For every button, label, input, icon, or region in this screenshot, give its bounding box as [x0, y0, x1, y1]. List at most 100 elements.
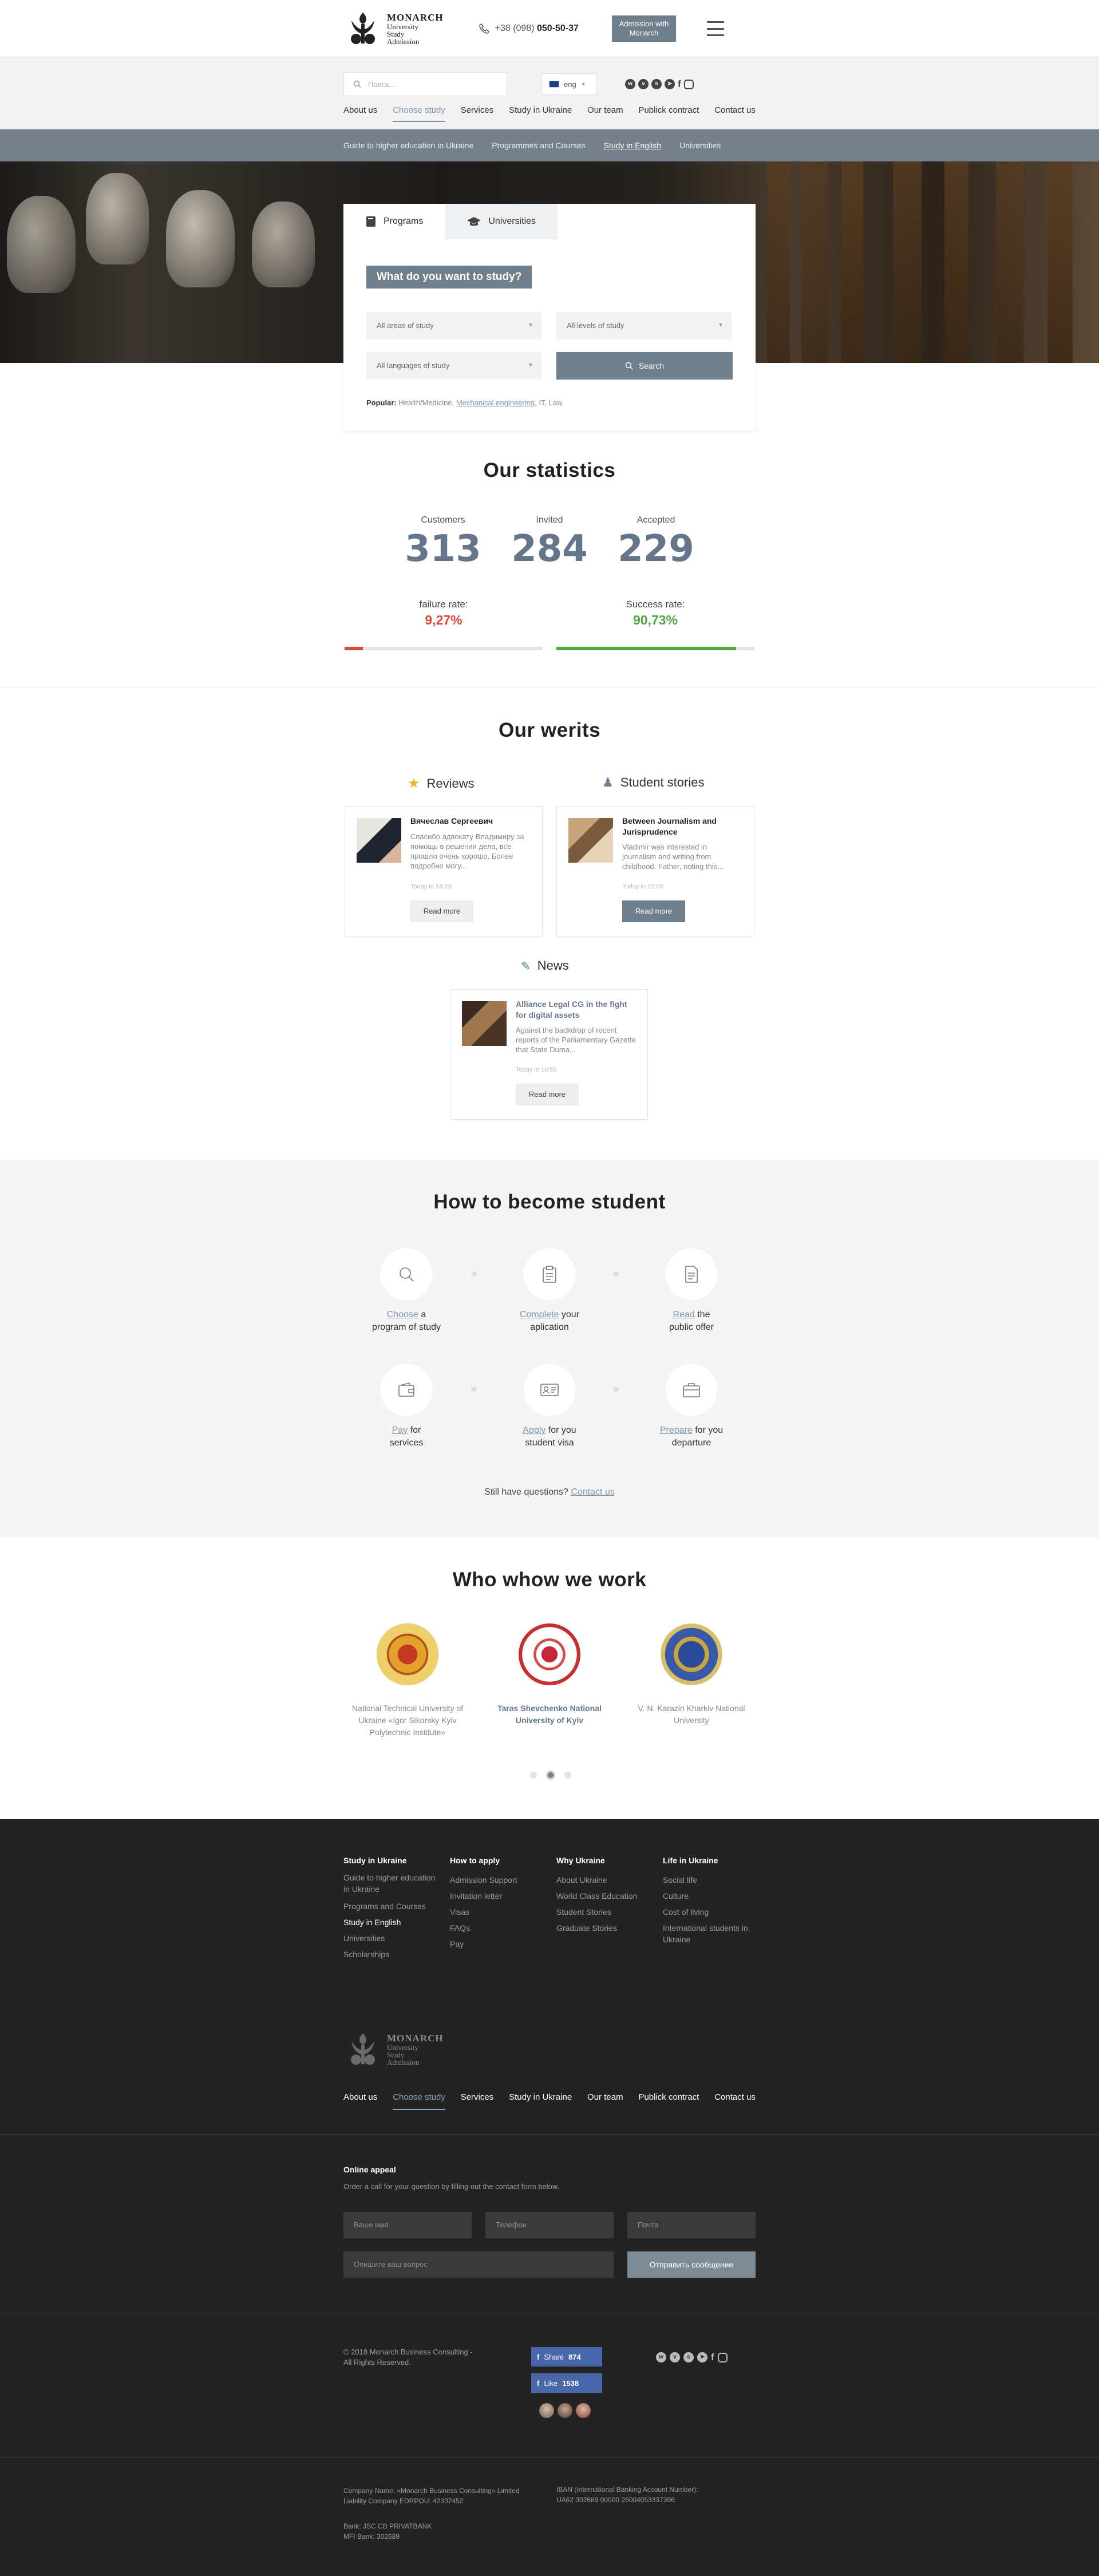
footer-nav-public-contract[interactable]: Publick contract	[638, 2092, 699, 2110]
send-message-button[interactable]: Отправить сообщение	[627, 2251, 756, 2278]
nav-services[interactable]: Services	[461, 105, 494, 122]
instagram-icon[interactable]	[683, 79, 694, 89]
subnav-programmes[interactable]: Programmes and Courses	[492, 141, 585, 150]
skype-icon[interactable]: s	[683, 2352, 694, 2362]
footer-nav-choose-study[interactable]: Choose study	[393, 2092, 445, 2110]
subnav-guide[interactable]: Guide to higher education in Ukraine	[343, 141, 473, 150]
viber-icon[interactable]: v	[670, 2352, 680, 2362]
footer-link[interactable]: Cost of living	[663, 1904, 760, 1920]
footer-link[interactable]: Student Stories	[556, 1904, 654, 1920]
popular-item[interactable]: Mechanical engineering	[456, 398, 535, 407]
nav-study-in-ukraine[interactable]: Study in Ukraine	[509, 105, 572, 122]
footer-link[interactable]: Universities	[343, 1930, 441, 1946]
facebook-like-button[interactable]: f Like 1538	[531, 2373, 602, 2393]
footer-link[interactable]: World Class Education	[556, 1888, 654, 1904]
footer-link[interactable]: Graduate Stories	[556, 1920, 654, 1936]
carousel-dot[interactable]	[564, 1772, 571, 1779]
whatsapp-icon[interactable]: w	[656, 2352, 666, 2362]
news-headline[interactable]: Alliance Legal CG in the fight for digit…	[516, 999, 636, 1021]
phone[interactable]: +38 (098) 050-50-37	[479, 23, 579, 34]
facebook-icon[interactable]: f	[678, 78, 681, 90]
news-read-more-button[interactable]: Read more	[516, 1084, 579, 1105]
university-logo-card[interactable]: Taras Shevchenko National University of …	[487, 1623, 612, 1726]
footer-link[interactable]: Social life	[663, 1872, 760, 1888]
email-field[interactable]: Почта	[627, 2212, 756, 2238]
phone-field[interactable]: Телефон	[485, 2212, 614, 2238]
facebook-share-button[interactable]: f Share 874	[531, 2347, 602, 2366]
menu-burger-icon[interactable]	[706, 21, 724, 36]
popular-item[interactable]: Law	[549, 398, 563, 407]
tab-programs[interactable]: Programs	[343, 204, 445, 239]
nav-public-contract[interactable]: Publick contract	[638, 105, 699, 122]
step-text: departure	[671, 1438, 711, 1448]
footer-nav-services[interactable]: Services	[461, 2092, 494, 2110]
footer-link[interactable]: Admission Support	[450, 1872, 547, 1888]
footer-link[interactable]: International students in Ukraine	[663, 1922, 760, 1945]
university-logo-card[interactable]: V. N. Karazin Kharkiv National Universit…	[628, 1623, 754, 1726]
footer-link[interactable]: Invitation letter	[450, 1888, 547, 1904]
footer-link[interactable]: Programs and Courses	[343, 1898, 441, 1914]
whatsapp-icon[interactable]: w	[625, 79, 635, 89]
step-link[interactable]: Apply	[523, 1425, 545, 1435]
search-button[interactable]: Search	[556, 352, 733, 380]
search-icon	[625, 362, 633, 370]
language-value: eng	[564, 80, 576, 89]
level-select[interactable]: All levels of study ▼	[556, 312, 732, 339]
nav-contact-us[interactable]: Contact us	[714, 105, 756, 122]
footer-nav-study-in-ukraine[interactable]: Study in Ukraine	[509, 2092, 572, 2110]
subnav-universities[interactable]: Universities	[679, 141, 721, 150]
skype-icon[interactable]: s	[651, 79, 662, 89]
footer-link[interactable]: Scholarships	[343, 1946, 441, 1962]
language-select[interactable]: eng ▼	[541, 73, 596, 95]
chevron-down-icon: ▼	[580, 81, 586, 87]
step-arrow-icon: ›››	[471, 1383, 477, 1394]
popular-item[interactable]: IT	[539, 398, 544, 407]
footer-link[interactable]: Study in English	[343, 1914, 441, 1930]
step-link[interactable]: Pay	[392, 1425, 408, 1435]
contact-us-link[interactable]: Contact us	[571, 1487, 614, 1497]
footer-divider	[0, 2134, 1099, 2135]
story-title: Between Journalism and Jurisprudence	[622, 816, 717, 836]
nav-our-team[interactable]: Our team	[587, 105, 623, 122]
telegram-icon[interactable]: ➤	[697, 2352, 707, 2362]
footer-nav-contact-us[interactable]: Contact us	[714, 2092, 756, 2110]
logo[interactable]: MONARCH University Study Admission	[343, 9, 444, 48]
story-read-more-button[interactable]: Read more	[622, 900, 685, 922]
footer-link[interactable]: About Ukraine	[556, 1872, 654, 1888]
carousel-dot[interactable]	[530, 1772, 537, 1779]
search-input[interactable]: Поиск...	[343, 72, 507, 96]
newspaper-icon: ✎	[521, 959, 531, 973]
footer-link[interactable]: Pay	[450, 1936, 547, 1952]
admission-button[interactable]: Admission with Monarch	[611, 15, 676, 42]
nav-about-us[interactable]: About us	[343, 105, 377, 122]
footer-nav-about-us[interactable]: About us	[343, 2092, 377, 2110]
step-link[interactable]: Prepare	[660, 1425, 693, 1435]
footer-link[interactable]: Guide to higher education in Ukraine	[343, 1872, 441, 1895]
step-link[interactable]: Complete	[520, 1310, 559, 1319]
carousel-dot-active[interactable]	[546, 1771, 555, 1780]
footer-link[interactable]: Culture	[663, 1888, 760, 1904]
university-logo-card[interactable]: National Technical University of Ukraine…	[345, 1623, 471, 1739]
step-link[interactable]: Read	[673, 1310, 695, 1319]
name-field[interactable]: Ваше имя	[343, 2212, 472, 2238]
footer-link[interactable]: Visas	[450, 1904, 547, 1920]
footer-logo[interactable]: MONARCH University Study Admission	[343, 2030, 444, 2069]
university-name: V. N. Karazin Kharkiv National Universit…	[638, 1704, 745, 1725]
language-of-study-select[interactable]: All languages of study ▼	[366, 352, 541, 380]
tab-universities[interactable]: Universities	[445, 204, 558, 239]
question-field[interactable]: Опишите ваш вопрос	[343, 2251, 614, 2278]
footer-nav-our-team[interactable]: Our team	[587, 2092, 623, 2110]
kpi-seal-icon	[377, 1623, 438, 1685]
telegram-icon[interactable]: ➤	[665, 79, 675, 89]
instagram-icon[interactable]	[717, 2352, 728, 2362]
subnav-study-in-english[interactable]: Study in English	[604, 141, 661, 150]
news-photo	[462, 1001, 507, 1046]
footer-link[interactable]: FAQs	[450, 1920, 547, 1936]
popular-item[interactable]: Health/Medicine	[398, 398, 452, 407]
nav-choose-study[interactable]: Choose study	[393, 105, 445, 122]
review-read-more-button[interactable]: Read more	[410, 900, 473, 922]
area-select[interactable]: All areas of study ▼	[366, 312, 541, 339]
facebook-icon[interactable]: f	[711, 2352, 714, 2363]
step-link[interactable]: Choose	[387, 1310, 418, 1319]
viber-icon[interactable]: v	[638, 79, 649, 89]
